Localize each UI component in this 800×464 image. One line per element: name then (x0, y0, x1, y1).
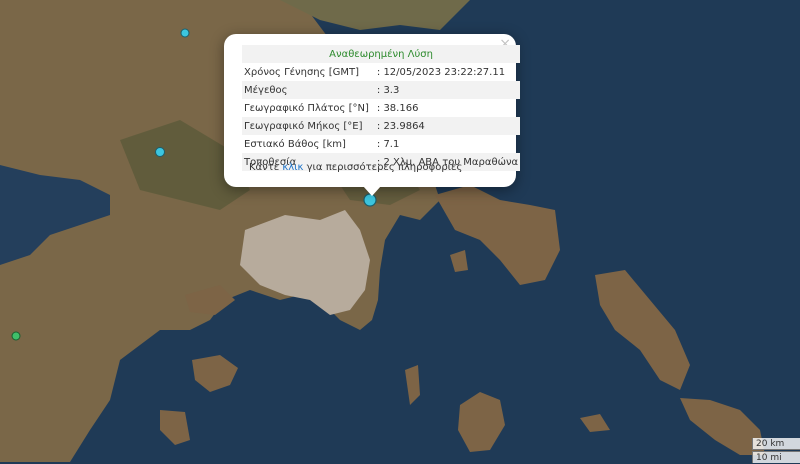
earthquake-marker[interactable] (155, 147, 165, 157)
earthquake-marker[interactable] (180, 28, 190, 38)
more-info-text: Κάντε κλικ για περισσότερες πληροφορίες (249, 162, 462, 173)
more-info-prefix: Κάντε (249, 162, 283, 173)
depth-value: : 7.1 (376, 138, 400, 150)
earthquake-details-table: Αναθεωρημένη Λύση Χρόνος Γένησης [GMT] :… (242, 45, 521, 171)
popup-pointer (363, 186, 381, 196)
popup-title: Αναθεωρημένη Λύση (242, 45, 521, 63)
more-info-suffix: για περισσότερες πληροφορίες (303, 162, 463, 173)
origin-time-value: : 12/05/2023 23:22:27.11 (376, 66, 506, 78)
latitude-label: Γεωγραφικό Πλάτος [°N] (244, 102, 369, 114)
latitude-value: : 38.166 (376, 102, 419, 114)
depth-label: Εστιακό Βάθος [km] (244, 138, 346, 150)
magnitude-value: : 3.3 (370, 81, 521, 99)
longitude-value: : 23.9864 (370, 117, 521, 135)
magnitude-label: Μέγεθος (242, 81, 371, 99)
earthquake-info-popup: × Αναθεωρημένη Λύση Χρόνος Γένησης [GMT]… (224, 34, 521, 187)
more-info-link[interactable]: κλικ (282, 162, 303, 173)
origin-time-label: Χρόνος Γένησης [GMT] (244, 66, 359, 78)
scale-bar-mi: 10 mi (752, 451, 800, 463)
earthquake-marker[interactable] (11, 331, 21, 341)
scale-bar-km: 20 km (752, 438, 800, 450)
longitude-label: Γεωγραφικό Μήκος [°E] (242, 117, 371, 135)
